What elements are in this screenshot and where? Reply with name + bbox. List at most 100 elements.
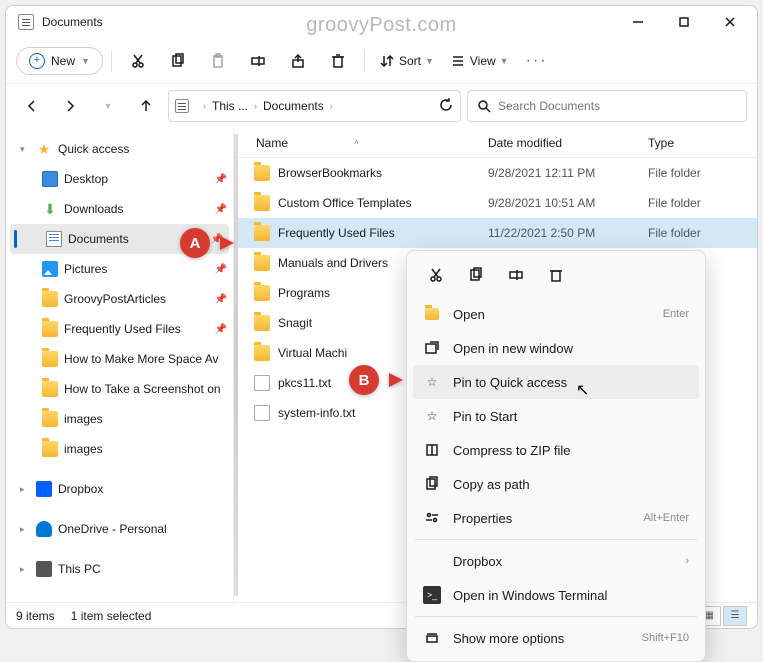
sidebar-item[interactable]: How to Take a Screenshot on — [6, 374, 233, 404]
folder-icon — [18, 14, 34, 30]
onedrive-icon — [36, 521, 52, 537]
ctx-newwin[interactable]: Open in new window — [413, 331, 699, 365]
toolbar: + New ▼ Sort ▼ View ▼ ··· — [6, 38, 757, 84]
ctx-more[interactable]: Show more options Shift+F10 — [413, 621, 699, 655]
chevron-right-icon: › — [254, 101, 257, 111]
folder-icon — [254, 285, 270, 301]
sidebar-onedrive[interactable]: ▸OneDrive - Personal — [6, 514, 233, 544]
text-file-icon — [254, 405, 270, 421]
sort-button[interactable]: Sort ▼ — [373, 53, 440, 69]
chevron-down-icon: ▼ — [500, 56, 509, 66]
copy-icon[interactable] — [457, 259, 495, 291]
file-row[interactable]: Custom Office Templates9/28/2021 10:51 A… — [238, 188, 757, 218]
chevron-right-icon: ▸ — [20, 564, 30, 575]
callout-b: B — [349, 365, 393, 399]
file-type: File folder — [648, 166, 757, 180]
folder-icon — [254, 225, 270, 241]
breadcrumb-seg[interactable]: This ... — [212, 99, 248, 113]
ctx-dropbox[interactable]: Dropbox › — [413, 544, 699, 578]
forward-button[interactable] — [54, 90, 86, 122]
shortcut: Alt+Enter — [643, 512, 689, 524]
file-row[interactable]: Frequently Used Files11/22/2021 2:50 PMF… — [238, 218, 757, 248]
share-icon[interactable] — [280, 43, 316, 79]
details-view-button[interactable]: ☰ — [723, 606, 747, 626]
sidebar-dropbox[interactable]: ▸Dropbox — [6, 474, 233, 504]
file-name: Programs — [278, 286, 330, 300]
folder-icon — [42, 321, 58, 337]
item-count: 9 items — [16, 609, 55, 623]
quick-access[interactable]: ▾ ★ Quick access — [6, 134, 233, 164]
rename-icon[interactable] — [240, 43, 276, 79]
ctx-props[interactable]: PropertiesAlt+Enter — [413, 501, 699, 535]
delete-icon[interactable] — [320, 43, 356, 79]
recent-button[interactable]: ▼ — [92, 90, 124, 122]
ctx-zip[interactable]: Compress to ZIP file — [413, 433, 699, 467]
copy-icon[interactable] — [160, 43, 196, 79]
file-date: 11/22/2021 2:50 PM — [488, 226, 648, 240]
back-button[interactable] — [16, 90, 48, 122]
file-name: Custom Office Templates — [278, 196, 412, 210]
chevron-down-icon: ▼ — [425, 56, 434, 66]
file-name: Snagit — [278, 316, 312, 330]
close-button[interactable] — [707, 6, 753, 38]
terminal-icon: >_ — [423, 586, 441, 604]
address-bar[interactable]: › This ... › Documents › — [168, 90, 461, 122]
sidebar-item[interactable]: GroovyPostArticles📌 — [6, 284, 233, 314]
sidebar-item[interactable]: Frequently Used Files📌 — [6, 314, 233, 344]
pin-icon: 📌 — [215, 324, 227, 335]
folder-icon — [254, 345, 270, 361]
folder-icon — [254, 195, 270, 211]
sidebar-item[interactable]: images — [6, 434, 233, 464]
ctx-open[interactable]: OpenEnter — [413, 297, 699, 331]
search-box[interactable] — [467, 90, 747, 122]
paste-icon[interactable] — [200, 43, 236, 79]
separator — [415, 616, 697, 617]
view-button[interactable]: View ▼ — [444, 53, 515, 69]
breadcrumb-seg[interactable]: Documents — [263, 99, 324, 113]
file-date: 9/28/2021 12:11 PM — [488, 166, 648, 180]
newwin-icon — [423, 339, 441, 357]
quick-access-label: Quick access — [58, 142, 129, 156]
ctx-label: Pin to Start — [453, 409, 677, 424]
pin-qa-icon: ☆ — [423, 373, 441, 391]
sidebar-item[interactable]: How to Make More Space Av — [6, 344, 233, 374]
text-file-icon — [254, 375, 270, 391]
picture-icon — [42, 261, 58, 277]
folder-icon — [254, 255, 270, 271]
sidebar-thispc[interactable]: ▸This PC — [6, 554, 233, 584]
refresh-icon[interactable] — [438, 97, 454, 116]
view-label: View — [470, 54, 496, 68]
separator — [415, 539, 697, 540]
pc-icon — [36, 561, 52, 577]
sidebar-item-downloads[interactable]: ⬇Downloads📌 — [6, 194, 233, 224]
delete-icon[interactable] — [537, 259, 575, 291]
up-button[interactable] — [130, 90, 162, 122]
search-input[interactable] — [498, 99, 738, 113]
more-icon[interactable]: ··· — [519, 43, 555, 79]
ctx-terminal[interactable]: >_ Open in Windows Terminal — [413, 578, 699, 612]
pin-icon: 📌 — [215, 174, 227, 185]
cut-icon[interactable] — [120, 43, 156, 79]
navbar: ▼ › This ... › Documents › — [6, 84, 757, 128]
file-row[interactable]: BrowserBookmarks 9/28/2021 12:11 PMFile f… — [238, 158, 757, 188]
sidebar-item-desktop[interactable]: Desktop📌 — [6, 164, 233, 194]
minimize-button[interactable] — [615, 6, 661, 38]
cut-icon[interactable] — [417, 259, 455, 291]
ctx-pin-start[interactable]: ☆Pin to Start — [413, 399, 699, 433]
file-name: pkcs11.txt — [278, 376, 331, 390]
file-name: BrowserBookmarks — [278, 166, 382, 180]
maximize-button[interactable] — [661, 6, 707, 38]
file-name: system-info.txt — [278, 406, 355, 420]
sidebar-item[interactable]: images — [6, 404, 233, 434]
new-button[interactable]: + New ▼ — [16, 47, 103, 75]
ctx-pin-qa[interactable]: ☆Pin to Quick access — [413, 365, 699, 399]
chevron-right-icon: ▸ — [20, 484, 30, 495]
chevron-right-icon: › — [685, 555, 689, 567]
col-type[interactable]: Type — [648, 136, 757, 150]
shortcut: Enter — [663, 308, 689, 320]
chevron-down-icon: ▾ — [20, 144, 30, 155]
rename-icon[interactable] — [497, 259, 535, 291]
ctx-path[interactable]: Copy as path — [413, 467, 699, 501]
col-date[interactable]: Date modified — [488, 136, 648, 150]
col-name[interactable]: Name˄ — [238, 136, 488, 150]
